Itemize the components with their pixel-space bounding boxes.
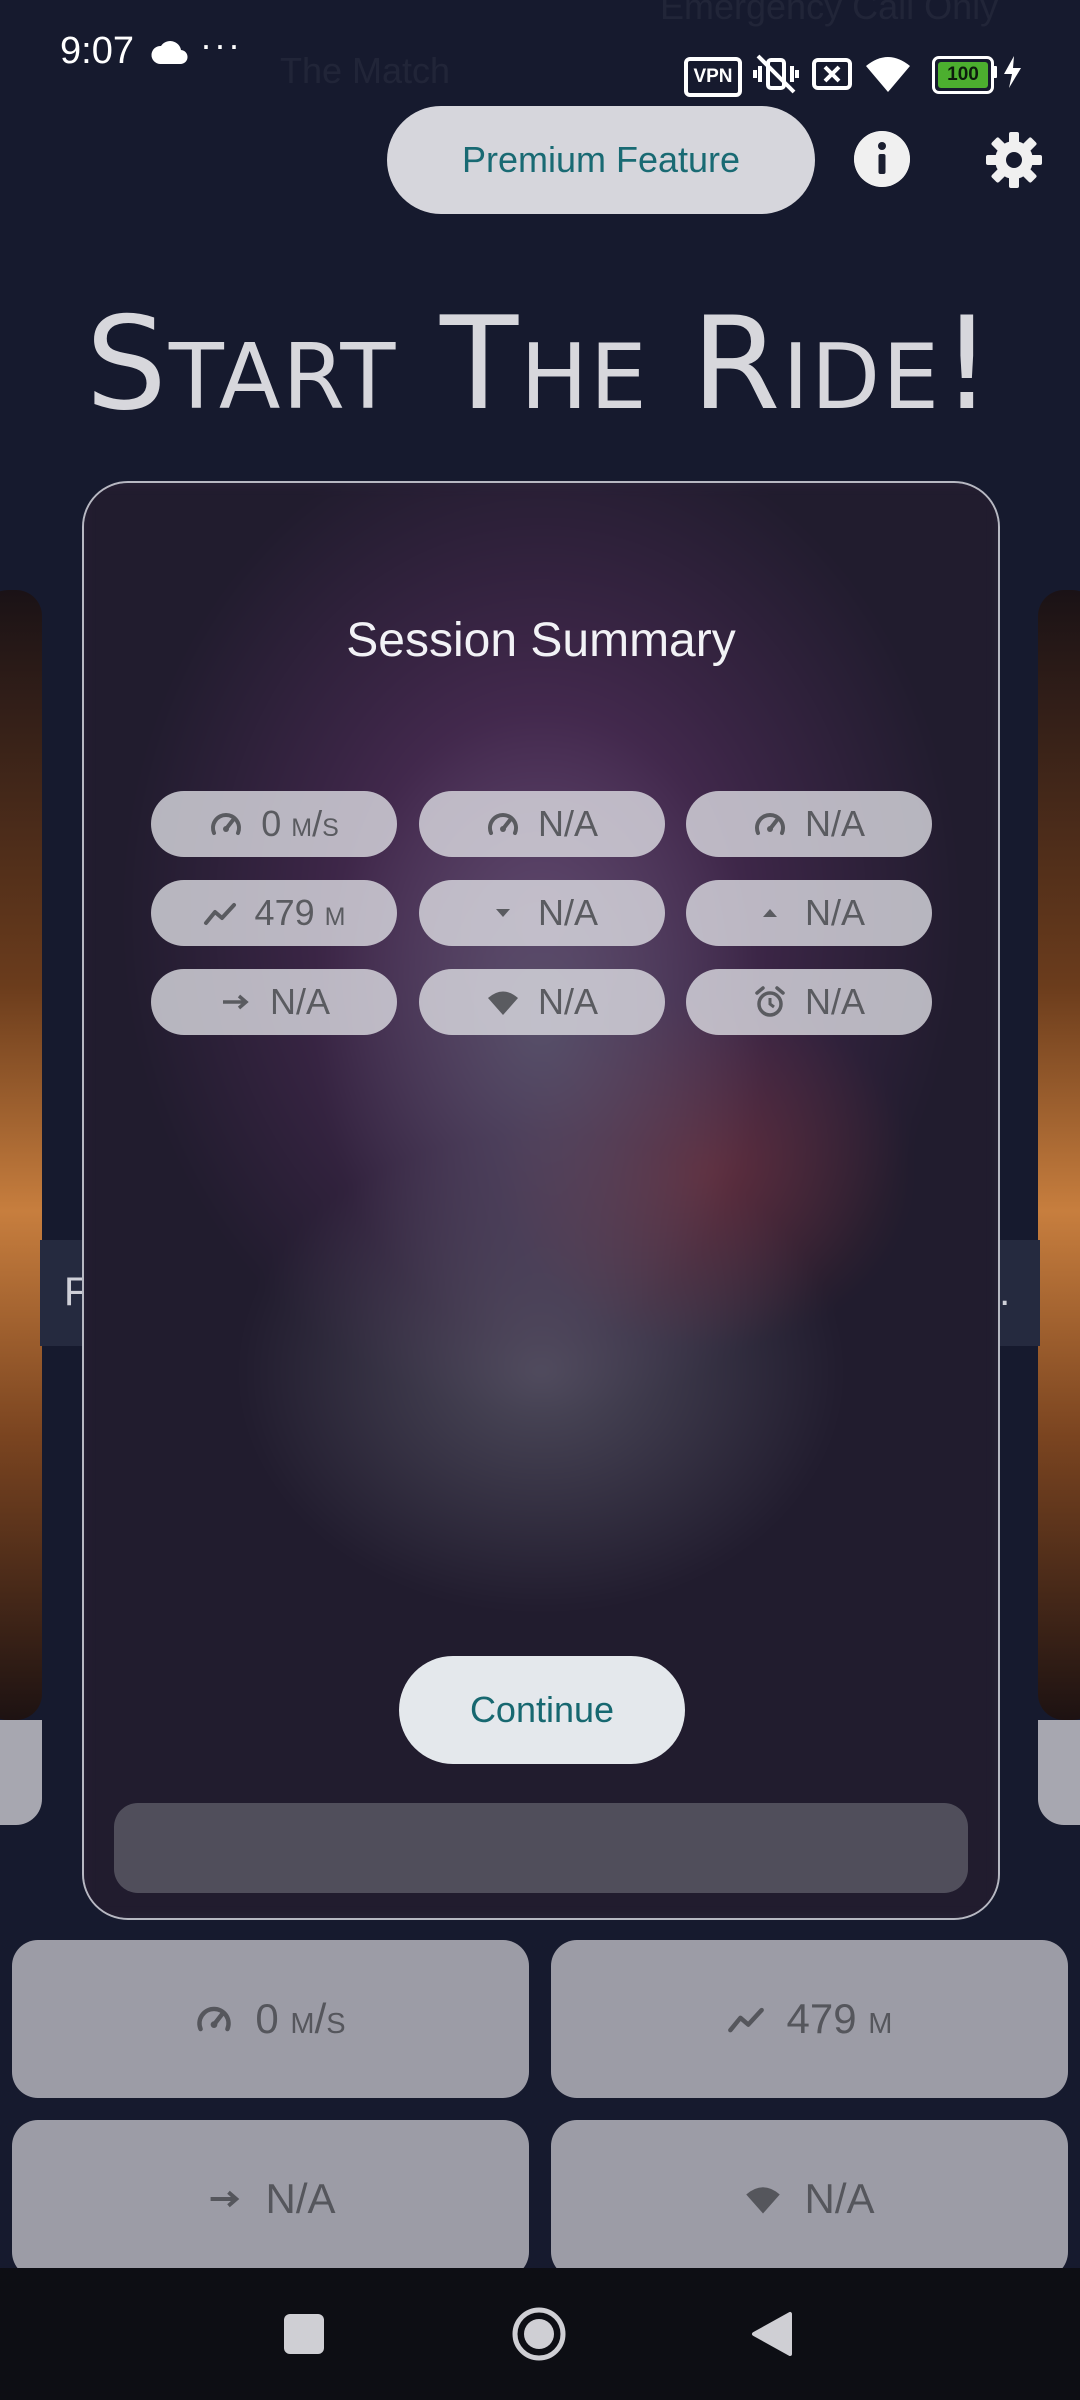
no-sim-icon	[812, 58, 852, 90]
summary-chip-text: 0 m/s	[261, 803, 339, 844]
stat-card[interactable]: 0 m/s	[12, 1940, 529, 2098]
arrow-down-icon	[495, 909, 510, 917]
wifi-icon	[487, 991, 518, 1015]
stat-card-text: 0 m/s	[255, 1995, 346, 2042]
background-emergency-text: Emergency Call Only	[660, 0, 999, 27]
summary-chip-text: N/A	[804, 803, 865, 844]
carousel-card-left[interactable]	[0, 590, 42, 1720]
speedometer-icon	[488, 813, 518, 835]
carousel-card-right-footer	[1038, 1720, 1080, 1825]
carousel-card-right[interactable]	[1038, 590, 1080, 1720]
back-icon[interactable]	[750, 2310, 794, 2358]
trend-icon	[727, 2007, 764, 2033]
stat-card-text: N/A	[265, 2175, 336, 2222]
summary-chip-text: N/A	[804, 892, 865, 933]
summary-chip-text: 479 m	[254, 892, 346, 933]
battery-level: 100	[938, 62, 988, 88]
status-time: 9:07	[60, 30, 134, 72]
stat-card-text: 479 m	[786, 1995, 893, 2042]
stat-card[interactable]: N/A	[551, 2120, 1068, 2278]
charging-icon	[1004, 56, 1021, 88]
settings-gear-icon[interactable]	[984, 130, 1044, 190]
status-bar: 9:07 ··· Emergency Call Only The Match V…	[0, 0, 1080, 120]
wifi-icon	[746, 2187, 781, 2214]
wifi-status-icon	[866, 57, 910, 92]
arrow-up-icon	[762, 909, 777, 917]
vpn-icon: VPN	[684, 57, 742, 97]
arrow-right-icon	[222, 994, 249, 1010]
stat-card[interactable]: N/A	[12, 2120, 529, 2278]
summary-chip: N/A	[686, 880, 932, 946]
speedometer-icon	[755, 813, 785, 835]
page-title: Start The Ride!	[85, 290, 995, 439]
carousel-card-left-footer	[0, 1720, 42, 1825]
cloud-icon	[151, 41, 188, 65]
battery-icon: 100	[932, 56, 994, 94]
continue-button[interactable]: Continue	[399, 1656, 685, 1764]
summary-chip-text: N/A	[804, 981, 865, 1022]
summary-chip-text: N/A	[269, 981, 330, 1022]
speedometer-icon	[197, 2006, 232, 2032]
summary-chip-text: N/A	[537, 981, 598, 1022]
trend-icon	[203, 903, 236, 925]
premium-feature-button[interactable]: Premium Feature	[387, 106, 815, 214]
vibrate-off-icon	[753, 54, 799, 94]
stat-card[interactable]: 479 m	[551, 1940, 1068, 2098]
blurred-card-footer	[114, 1803, 968, 1893]
more-notifications-icon: ···	[200, 24, 242, 65]
alarm-icon	[755, 986, 785, 1017]
summary-chip: 479 m	[151, 880, 397, 946]
summary-chip-text: N/A	[537, 892, 598, 933]
speedometer-icon	[211, 813, 242, 835]
dialog-title: Session Summary	[346, 614, 736, 667]
home-icon[interactable]	[511, 2306, 567, 2362]
recent-apps-icon[interactable]	[284, 2314, 324, 2354]
session-summary-dialog: Session Summary 0 m/s N/A N/A 479 m N/A N/A N/…	[82, 481, 1000, 1920]
battery-nub	[992, 66, 997, 78]
arrow-right-icon	[211, 2190, 240, 2208]
summary-chip-text: N/A	[537, 803, 598, 844]
summary-chip: N/A	[419, 969, 665, 1035]
summary-chip: N/A	[419, 880, 665, 946]
summary-chip: N/A	[686, 969, 932, 1035]
background-match-text: The Match	[280, 50, 451, 91]
summary-chip: N/A	[419, 791, 665, 857]
summary-chip: N/A	[686, 791, 932, 857]
info-icon[interactable]	[854, 131, 910, 187]
summary-chip: 0 m/s	[151, 791, 397, 857]
summary-chip: N/A	[151, 969, 397, 1035]
stat-card-text: N/A	[804, 2175, 875, 2222]
